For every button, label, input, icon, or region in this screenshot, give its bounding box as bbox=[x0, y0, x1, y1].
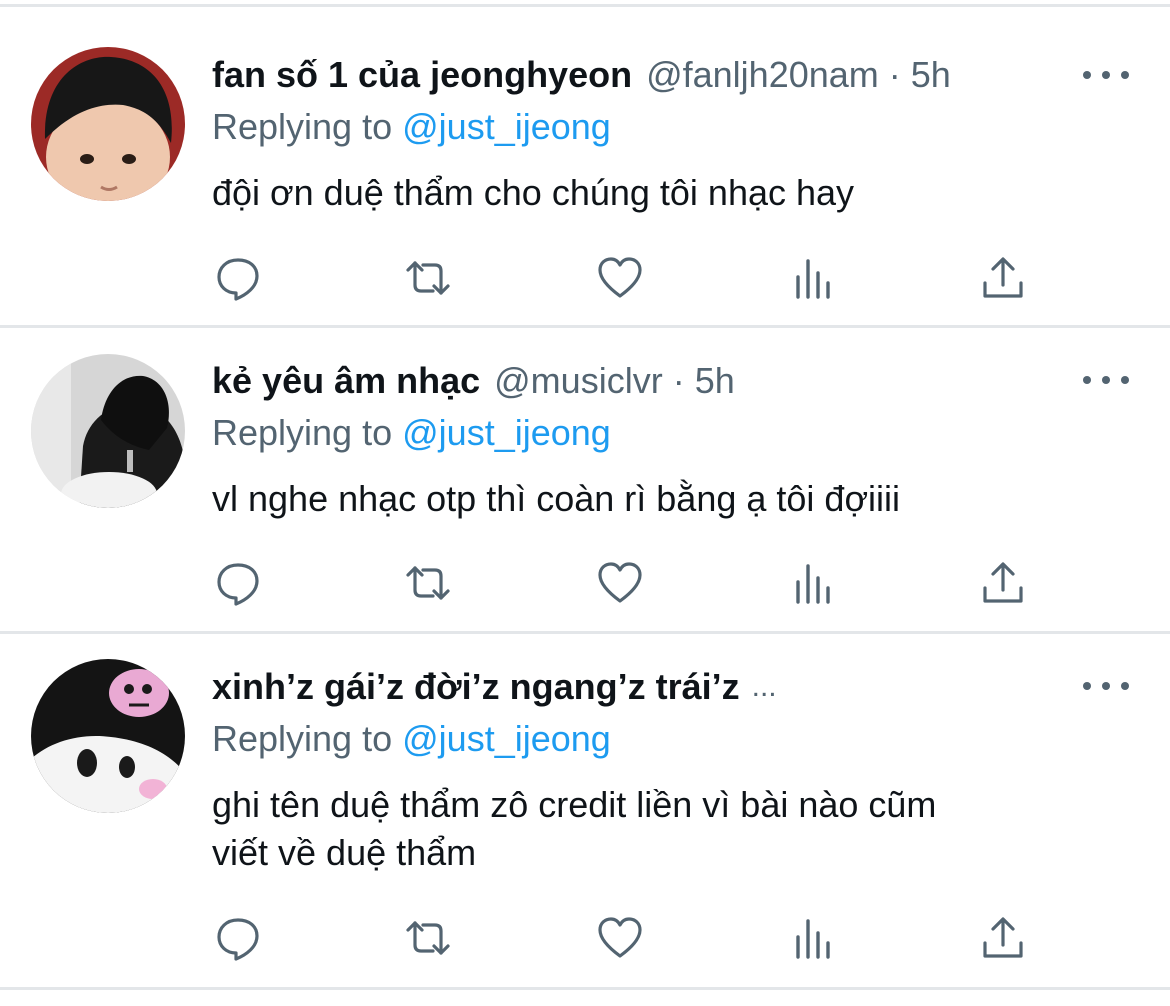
mention-link[interactable]: @just_ijeong bbox=[402, 718, 611, 759]
tweet-text: ghi tên duệ thẩm zô credit liền vì bài n… bbox=[212, 781, 1112, 877]
like-button[interactable] bbox=[590, 908, 650, 968]
reply-icon bbox=[217, 918, 259, 961]
views-button[interactable] bbox=[783, 908, 843, 968]
replying-to-label: Replying to bbox=[212, 718, 393, 759]
kuromi-avatar-image bbox=[31, 659, 185, 813]
avatar[interactable] bbox=[31, 659, 185, 813]
share-icon bbox=[983, 917, 1023, 958]
reply-feed: fan số 1 của jeonghyeon @fanljh20nam · 5… bbox=[0, 0, 1170, 1006]
retweet-button[interactable] bbox=[398, 908, 458, 968]
reply-button[interactable] bbox=[208, 908, 268, 968]
replying-to: Replying to @just_ijeong bbox=[212, 715, 611, 763]
tweet-text-line: ghi tên duệ thẩm zô credit liền vì bài n… bbox=[212, 784, 937, 825]
retweet-icon bbox=[406, 921, 450, 955]
like-icon bbox=[598, 917, 642, 958]
views-icon bbox=[796, 919, 830, 959]
divider bbox=[0, 987, 1170, 990]
truncation-ellipsis: ... bbox=[751, 670, 777, 703]
tweet-header: xinh’z gái’z đời’z ngang’z trái’z ... bbox=[212, 660, 777, 714]
action-bar bbox=[0, 908, 1170, 968]
share-button[interactable] bbox=[973, 908, 1033, 968]
tweet-text-line: viết về duệ thẩm bbox=[212, 832, 477, 873]
display-name[interactable]: xinh’z gái’z đời’z ngang’z trái’z bbox=[212, 660, 740, 714]
reply-tweet[interactable]: xinh’z gái’z đời’z ngang’z trái’z ... Re… bbox=[0, 0, 1170, 1006]
more-icon[interactable] bbox=[1083, 674, 1129, 698]
